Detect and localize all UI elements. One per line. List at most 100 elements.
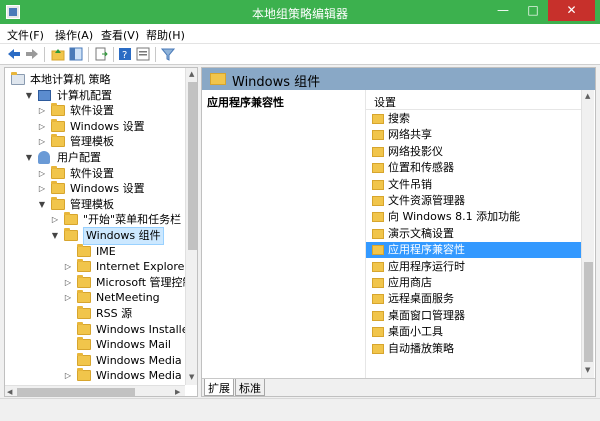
list-item[interactable]: 应用商店 <box>372 275 581 291</box>
folder-icon <box>64 228 78 241</box>
scroll-down-icon[interactable]: ▼ <box>585 366 590 374</box>
list-item-label: 演示文稿设置 <box>388 226 454 240</box>
menu-file[interactable]: 文件(F) <box>7 27 44 43</box>
up-folder-icon[interactable] <box>51 47 65 61</box>
details-header: Windows 组件 <box>202 68 595 90</box>
view-tabs: 扩展 标准 <box>202 378 595 396</box>
expand-icon[interactable]: ▷ <box>50 212 60 228</box>
tree-node-label: Windows Mail <box>96 338 171 352</box>
list-item-label: 向 Windows 8.1 添加功能 <box>388 210 521 224</box>
folder-icon <box>372 327 384 338</box>
computer-icon <box>38 89 51 101</box>
minimize-button[interactable]: — <box>488 0 518 21</box>
list-item[interactable]: 桌面小工具 <box>372 324 581 340</box>
folder-icon <box>77 274 91 288</box>
list-item[interactable]: 网络投影仪 <box>372 144 581 160</box>
expand-icon[interactable]: ▷ <box>37 103 47 119</box>
folder-icon <box>51 118 65 132</box>
expand-icon[interactable]: ▷ <box>37 166 47 182</box>
list-item[interactable]: 向 Windows 8.1 添加功能 <box>372 209 581 225</box>
tree-node-label: Windows Media Cent <box>96 353 197 367</box>
tree-horizontal-scrollbar[interactable]: ◀ ▶ <box>5 385 185 396</box>
list-item[interactable]: 文件吊销 <box>372 177 581 193</box>
folder-icon <box>77 306 91 319</box>
list-item[interactable]: 演示文稿设置 <box>372 226 581 242</box>
toolbar: ? <box>0 44 600 65</box>
list-item[interactable]: 文件资源管理器 <box>372 193 581 209</box>
properties-icon[interactable] <box>136 47 150 61</box>
scroll-left-icon[interactable]: ◀ <box>7 388 12 396</box>
expand-icon[interactable]: ▷ <box>37 119 47 135</box>
collapse-icon[interactable]: ▼ <box>24 88 34 104</box>
menu-help[interactable]: 帮助(H) <box>146 27 185 43</box>
expand-icon[interactable]: ▷ <box>63 259 73 275</box>
folder-icon <box>77 368 91 382</box>
tree-node-label: 软件设置 <box>70 104 114 118</box>
list-item[interactable]: 网络共享 <box>372 127 581 143</box>
list-vertical-scrollbar[interactable]: ▲ ▼ <box>581 90 594 378</box>
back-arrow-icon[interactable] <box>7 47 21 61</box>
policy-icon <box>11 72 25 85</box>
user-icon <box>38 151 50 164</box>
scrollbar-thumb[interactable] <box>188 82 197 250</box>
folder-icon <box>372 310 384 321</box>
collapse-icon[interactable]: ▼ <box>24 150 34 166</box>
list-item[interactable]: 应用程序运行时 <box>372 259 581 275</box>
folder-icon <box>372 343 384 354</box>
tab-standard[interactable]: 标准 <box>235 379 265 396</box>
export-list-icon[interactable] <box>94 47 108 61</box>
details-pane: Windows 组件 应用程序兼容性 设置 搜索 网络共享 网络投影仪 位置和传感器文… <box>201 67 596 397</box>
folder-icon <box>210 73 226 85</box>
folder-icon <box>64 212 78 226</box>
menu-action[interactable]: 操作(A) <box>55 27 93 43</box>
list-item[interactable]: 应用程序兼容性 <box>366 242 581 259</box>
scrollbar-thumb[interactable] <box>584 262 593 362</box>
scroll-up-icon[interactable]: ▲ <box>189 70 194 78</box>
list-item-label: 应用商店 <box>388 276 432 289</box>
tree-node-label: Windows 设置 <box>70 182 145 196</box>
expand-icon[interactable]: ▷ <box>37 134 47 150</box>
list-item[interactable]: 远程桌面服务 <box>372 291 581 307</box>
list-item[interactable]: 桌面窗口管理器 <box>372 308 581 324</box>
scroll-right-icon[interactable]: ▶ <box>175 388 180 396</box>
scrollbar-thumb[interactable] <box>17 388 135 396</box>
tab-extended[interactable]: 扩展 <box>204 379 234 396</box>
list-item[interactable]: 搜索 <box>372 111 581 127</box>
settings-list[interactable]: 设置 搜索网络共享 网络投影仪 位置和传感器文件吊销 文件资源管理器向 Windows… <box>365 90 595 378</box>
collapse-icon[interactable]: ▼ <box>50 228 60 244</box>
maximize-button[interactable]: □ <box>518 0 548 21</box>
folder-icon <box>51 103 65 117</box>
expand-icon[interactable]: ▷ <box>63 368 73 384</box>
list-item-label: 搜索 <box>388 112 410 125</box>
tree-vertical-scrollbar[interactable]: ▲ ▼ <box>185 68 197 385</box>
scroll-up-icon[interactable]: ▲ <box>585 92 590 100</box>
folder-icon <box>372 196 384 206</box>
filter-icon[interactable] <box>161 47 175 61</box>
collapse-icon[interactable]: ▼ <box>37 197 47 213</box>
folder-icon <box>77 352 91 366</box>
details-header-title: Windows 组件 <box>232 75 321 90</box>
list-item-label: 文件资源管理器 <box>388 194 465 207</box>
list-item-label: 桌面小工具 <box>388 325 443 339</box>
expand-icon[interactable]: ▷ <box>63 275 73 291</box>
scroll-down-icon[interactable]: ▼ <box>189 373 194 381</box>
folder-icon <box>372 146 384 157</box>
forward-arrow-icon[interactable] <box>25 47 39 61</box>
expand-icon[interactable]: ▷ <box>63 290 73 306</box>
list-item[interactable]: 位置和传感器 <box>372 160 581 176</box>
tree-node-label: Windows Installer <box>96 322 194 336</box>
tree-node-label: "开始"菜单和任务栏 <box>83 213 182 227</box>
menu-view[interactable]: 查看(V) <box>101 27 139 43</box>
folder-icon <box>51 196 65 210</box>
description-panel: 应用程序兼容性 <box>202 90 365 378</box>
list-item[interactable]: 自动播放策略 <box>372 341 581 357</box>
list-item-label: 位置和传感器 <box>388 161 454 175</box>
show-hide-tree-icon[interactable] <box>69 47 83 61</box>
expand-icon[interactable]: ▷ <box>37 181 47 197</box>
column-header-setting[interactable]: 设置 <box>366 90 581 110</box>
tree-pane[interactable]: 本地计算机 策略 ▼ 计算机配置 ▷ 软件设置 ▷ Windows 设置 ▷ 管理模板 ▼ 用户配置… <box>4 67 198 397</box>
tree-node-label: Microsoft 管理控制台 <box>96 275 198 289</box>
help-icon[interactable]: ? <box>118 47 132 61</box>
close-button[interactable]: ✕ <box>548 0 595 21</box>
toolbar-separator <box>88 47 89 62</box>
